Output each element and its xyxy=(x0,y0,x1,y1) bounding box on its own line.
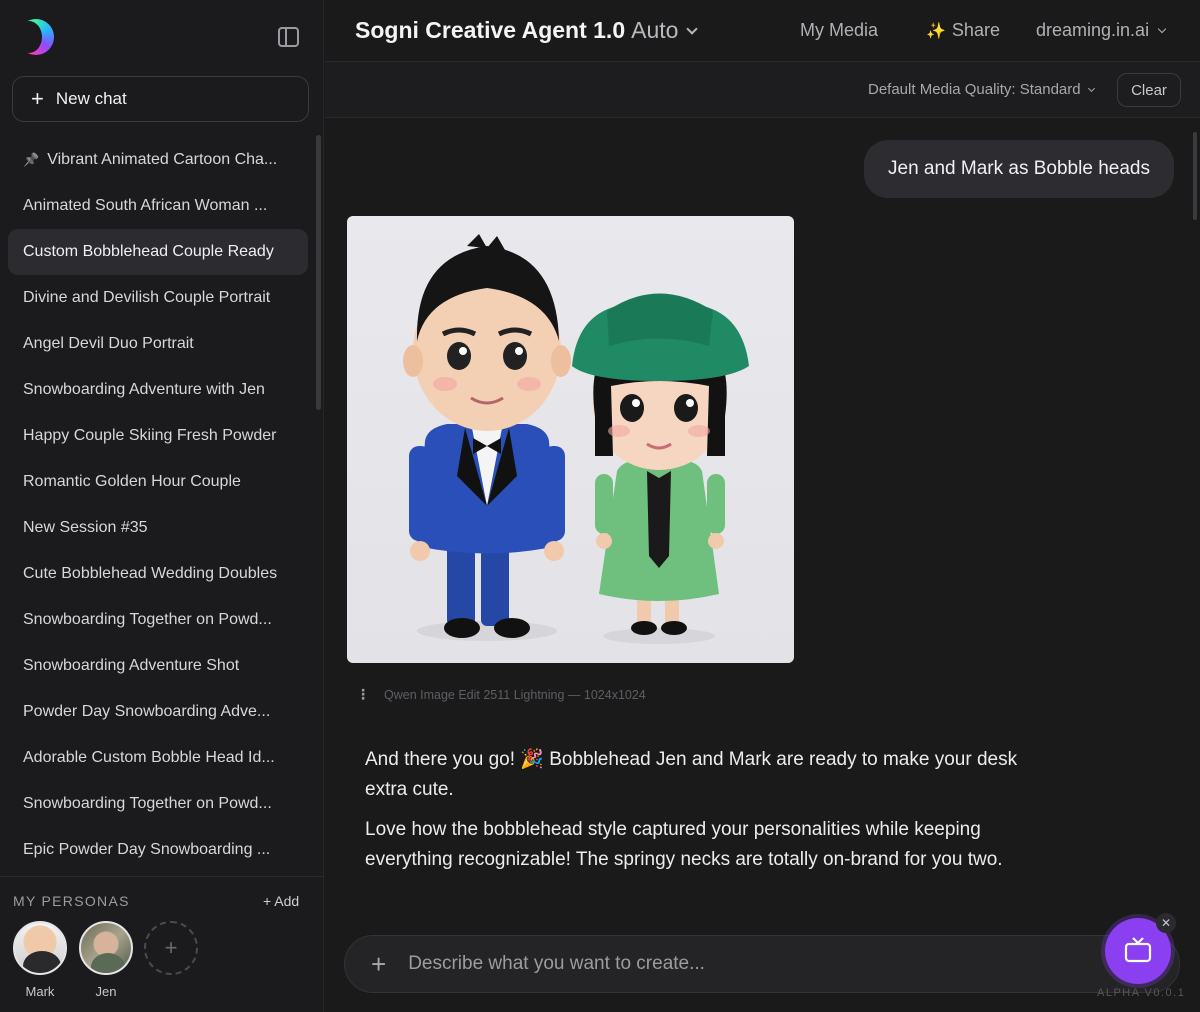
chat-history-item[interactable]: Cute Bobblehead Wedding Doubles xyxy=(8,551,308,597)
chat-history-item[interactable]: Snowboarding Together on Powd... xyxy=(8,597,308,643)
share-label: Share xyxy=(951,20,1000,40)
new-chat-button[interactable]: + New chat xyxy=(12,76,309,122)
chat-history-label: Adorable Custom Bobble Head Id... xyxy=(23,749,275,766)
mode-label: Auto xyxy=(631,17,679,43)
chat-history-label: Divine and Devilish Couple Portrait xyxy=(23,289,271,306)
app-title: Sogni Creative Agent 1.0 xyxy=(355,17,626,43)
chat-toolbar: Default Media Quality: Standard Clear xyxy=(325,62,1200,118)
add-persona-button[interactable]: + xyxy=(144,921,198,975)
prompt-composer[interactable]: + Describe what you want to create... xyxy=(344,935,1180,993)
personas-title: MY PERSONAS xyxy=(13,893,130,909)
chat-history-label: Powder Day Snowboarding Adve... xyxy=(23,703,271,720)
chat-history-item[interactable]: Snowboarding Adventure with Jen xyxy=(8,367,308,413)
chat-history-item[interactable]: Powder Day Snowboarding Adve... xyxy=(8,689,308,735)
chat-history-item[interactable]: New Session #35 xyxy=(8,505,308,551)
avatar xyxy=(79,921,133,975)
my-media-link[interactable]: My Media xyxy=(800,20,878,41)
sidebar: + New chat 📌 Vibrant Animated Cartoon Cha… xyxy=(0,0,324,1012)
user-message: Jen and Mark as Bobble heads xyxy=(864,140,1174,198)
more-options-icon[interactable]: ⋮ xyxy=(356,687,370,701)
chat-history-item[interactable]: Snowboarding Adventure Shot xyxy=(8,643,308,689)
media-quality-dropdown[interactable]: Default Media Quality: Standard xyxy=(868,81,1095,98)
chat-history-label: Epic Powder Day Snowboarding ... xyxy=(23,841,271,858)
new-chat-label: New chat xyxy=(55,89,127,108)
sidebar-scrollbar[interactable] xyxy=(316,135,321,410)
chat-history-item[interactable]: Epic Powder Day Snowboarding ... xyxy=(8,827,308,873)
chat-history-label: New Session #35 xyxy=(23,519,148,536)
close-icon[interactable]: ✕ xyxy=(1156,913,1176,933)
chat-history-item[interactable]: Custom Bobblehead Couple Ready xyxy=(8,229,308,275)
chat-history-item[interactable]: Happy Couple Skiing Fresh Powder xyxy=(8,413,308,459)
share-button[interactable]: ✨ Share xyxy=(926,20,1000,41)
chat-history-item[interactable]: Romantic Golden Hour Couple xyxy=(8,459,308,505)
chat-history-label: Snowboarding Together on Powd... xyxy=(23,611,272,628)
attach-plus-icon[interactable]: + xyxy=(371,951,386,977)
chevron-down-icon xyxy=(686,23,699,35)
assistant-message-paragraph: And there you go! 🎉 Bobblehead Jen and M… xyxy=(365,749,1018,800)
media-quality-label: Default Media Quality: Standard xyxy=(868,81,1081,98)
sogni-logo-icon[interactable] xyxy=(16,19,54,55)
image-meta-text: Qwen Image Edit 2511 Lightning — 1024x10… xyxy=(384,688,646,702)
model-selector[interactable]: Sogni Creative Agent 1.0 Auto xyxy=(355,17,699,44)
image-meta: ⋮ Qwen Image Edit 2511 Lightning — 1024x1… xyxy=(356,687,646,702)
chat-history-label: Happy Couple Skiing Fresh Powder xyxy=(23,427,277,444)
plus-icon: + xyxy=(31,86,44,111)
plus-icon: + xyxy=(164,935,178,960)
chat-history-list: 📌 Vibrant Animated Cartoon Cha... Animated… xyxy=(8,137,308,873)
sparkle-icon: ✨ xyxy=(926,23,946,40)
account-menu[interactable]: dreaming.in.ai xyxy=(1036,20,1167,41)
chat-history-label: Romantic Golden Hour Couple xyxy=(23,473,241,490)
assistant-message-paragraph: Love how the bobblehead style captured y… xyxy=(365,819,1003,870)
chevron-down-icon xyxy=(1087,84,1095,93)
persona-name: Jen xyxy=(95,984,117,999)
prompt-placeholder: Describe what you want to create... xyxy=(408,953,705,974)
persona-name: Mark xyxy=(25,984,55,999)
personas-section: MY PERSONAS + Add Mark Jen + xyxy=(0,876,324,1012)
chat-history-item[interactable]: Adorable Custom Bobble Head Id... xyxy=(8,735,308,781)
chat-history-item[interactable]: Divine and Devilish Couple Portrait xyxy=(8,275,308,321)
avatar xyxy=(13,921,67,975)
chat-history-label: Snowboarding Adventure Shot xyxy=(23,657,240,674)
bobblehead-couple-illustration xyxy=(403,234,749,644)
chat-history-label: Snowboarding Together on Powd... xyxy=(23,795,272,812)
add-persona-link[interactable]: + Add xyxy=(263,893,299,909)
persona-jen[interactable]: Jen xyxy=(79,921,133,999)
pin-icon: 📌 xyxy=(23,152,40,167)
chat-history-item[interactable]: Animated South African Woman ... xyxy=(8,183,308,229)
sidebar-toggle-icon[interactable] xyxy=(278,27,299,47)
chat-history-label: Animated South African Woman ... xyxy=(23,197,268,214)
account-name: dreaming.in.ai xyxy=(1036,20,1150,40)
clear-button[interactable]: Clear xyxy=(1117,73,1181,107)
chat-history-item[interactable]: Angel Devil Duo Portrait xyxy=(8,321,308,367)
chat-history-label: Angel Devil Duo Portrait xyxy=(23,335,194,352)
chat-history-label: Vibrant Animated Cartoon Cha... xyxy=(47,151,278,168)
version-label: ALPHA V0.0.1 xyxy=(1097,987,1186,999)
top-bar: Sogni Creative Agent 1.0 Auto My Media ✨ S… xyxy=(325,0,1200,62)
chat-history-label: Custom Bobblehead Couple Ready xyxy=(23,243,274,260)
chat-history-item[interactable]: Snowboarding Together on Powd... xyxy=(8,781,308,827)
chevron-down-icon xyxy=(1157,24,1167,34)
chat-history-label: Cute Bobblehead Wedding Doubles xyxy=(23,565,278,582)
persona-mark[interactable]: Mark xyxy=(13,921,67,999)
chat-history-label: Snowboarding Adventure with Jen xyxy=(23,381,265,398)
main-scrollbar[interactable] xyxy=(1193,132,1197,220)
chat-history-item[interactable]: 📌 Vibrant Animated Cartoon Cha... xyxy=(8,137,308,183)
generated-image[interactable] xyxy=(347,216,794,663)
